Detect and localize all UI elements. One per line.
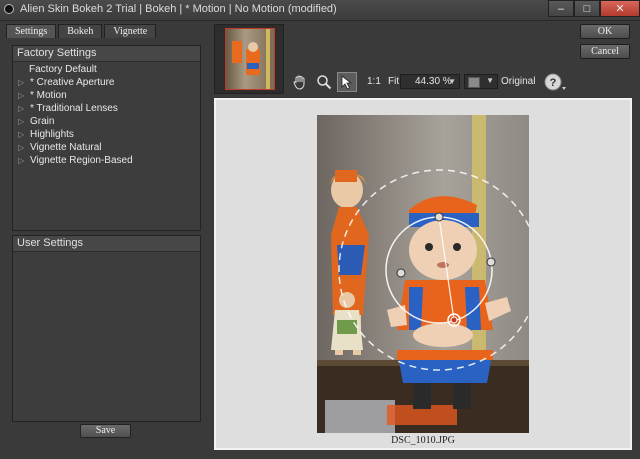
image-filename: DSC_1010.JPG [391,435,455,446]
preview-canvas[interactable]: DSC_1010.JPG [214,98,632,450]
factory-settings-header: Factory Settings [13,46,200,62]
preset-label: Vignette Natural [30,142,102,153]
preset-label: Vignette Region-Based [30,155,133,166]
preset-grain[interactable]: ▷ Grain [13,115,200,128]
preset-label: Highlights [30,129,74,140]
tab-bokeh[interactable]: Bokeh [58,24,103,38]
expand-arrow-icon[interactable]: ▷ [13,141,30,154]
save-button[interactable]: Save [80,424,131,438]
preset-traditional-lenses[interactable]: ▷ * Traditional Lenses [13,102,200,115]
preset-label: Factory Default [29,64,97,75]
title-bar: Alien Skin Bokeh 2 Trial | Bokeh | * Mot… [0,0,640,21]
preset-motion[interactable]: ▷ * Motion [13,89,200,102]
tab-settings[interactable]: Settings [6,24,57,38]
chevron-down-icon: ▼ [448,77,456,86]
tab-strip: Settings Bokeh Vignette [6,24,158,38]
zoom-fit[interactable]: Fit [388,76,399,87]
preset-vignette-natural[interactable]: ▷ Vignette Natural [13,141,200,154]
expand-arrow-icon[interactable]: ▷ [13,128,30,141]
view-mode-dropdown[interactable]: ▼ [464,74,498,89]
tab-vignette[interactable]: Vignette [104,24,157,38]
expand-arrow-icon[interactable]: ▷ [13,154,30,167]
help-icon[interactable]: ? [544,72,566,92]
window-title: Alien Skin Bokeh 2 Trial | Bokeh | * Mot… [20,3,337,15]
preset-label: Grain [30,116,55,127]
preset-label: * Traditional Lenses [30,103,118,114]
navigator-thumbnail[interactable] [214,24,284,94]
zoom-1-to-1[interactable]: 1:1 [367,76,381,87]
minimize-button[interactable]: – [548,0,574,17]
expand-arrow-icon[interactable]: ▷ [13,115,30,128]
hand-tool-icon[interactable] [290,72,310,92]
user-settings-panel: User Settings [12,235,201,422]
maximize-button[interactable]: □ [574,0,600,17]
select-arrow-tool-icon[interactable] [337,72,357,92]
thumbnail-image [225,28,275,90]
cancel-button[interactable]: Cancel [580,44,630,59]
preset-label: * Motion [30,90,67,101]
preset-vignette-region-based[interactable]: ▷ Vignette Region-Based [13,154,200,167]
view-mode-icon [468,77,480,88]
factory-settings-panel: Factory Settings Factory Default ▷ * Crea… [12,45,201,231]
expand-arrow-icon[interactable]: ▷ [13,102,30,115]
user-settings-header: User Settings [13,236,200,252]
zoom-tool-icon[interactable] [314,72,334,92]
zoom-level-value: 44.30 % [415,76,452,87]
chevron-down-icon: ▼ [486,76,494,85]
close-button[interactable]: ✕ [600,0,640,17]
expand-arrow-icon[interactable]: ▷ [13,76,30,89]
preset-highlights[interactable]: ▷ Highlights [13,128,200,141]
ok-button[interactable]: OK [580,24,630,39]
app-icon [4,4,14,14]
preset-factory-default[interactable]: Factory Default [13,63,200,76]
original-toggle[interactable]: Original [501,76,535,87]
window-controls: – □ ✕ [548,0,640,18]
factory-settings-tree: Factory Default ▷ * Creative Aperture ▷ * … [13,62,200,167]
help-glyph: ? [550,77,557,89]
expand-arrow-icon[interactable]: ▷ [13,89,30,102]
preset-creative-aperture[interactable]: ▷ * Creative Aperture [13,76,200,89]
zoom-level-dropdown[interactable]: 44.30 % ▼ [400,74,460,89]
preview-photo[interactable] [317,115,529,433]
preset-label: * Creative Aperture [30,77,115,88]
preview-toolbar: 1:1 Fit 44.30 % ▼ ▼ Original ? [288,70,640,94]
